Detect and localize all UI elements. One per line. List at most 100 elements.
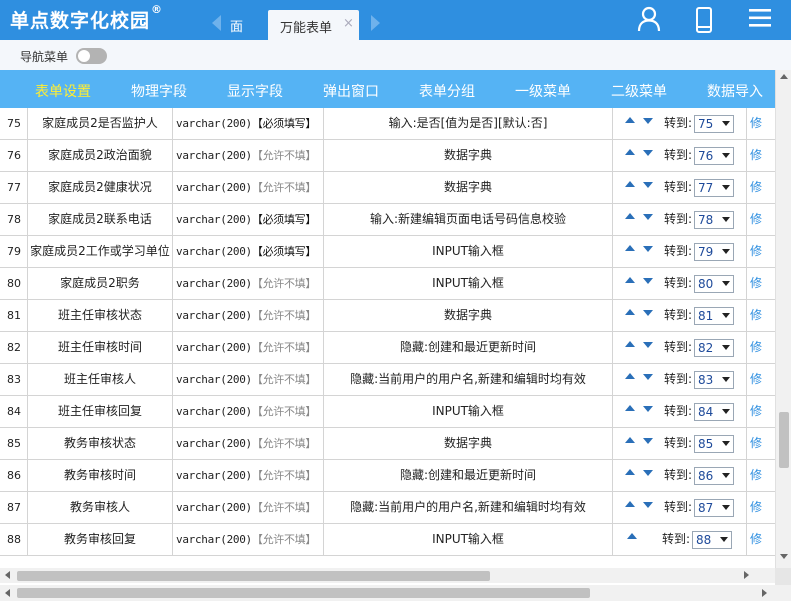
field-input-type: INPUT输入框 xyxy=(324,268,613,300)
field-input-type: 输入:是否[值为是否][默认:否] xyxy=(324,108,613,140)
goto-position-select[interactable]: 84 xyxy=(694,403,734,421)
field-datatype: varchar(200) xyxy=(176,533,252,546)
move-up-icon[interactable] xyxy=(625,469,635,475)
edit-link[interactable]: 修 xyxy=(747,236,775,268)
move-down-icon[interactable] xyxy=(643,118,653,124)
field-required-flag: 【允许不填】 xyxy=(251,149,317,162)
edit-link[interactable]: 修 xyxy=(747,396,775,428)
goto-position-select[interactable]: 86 xyxy=(694,467,734,485)
vertical-scroll-thumb[interactable] xyxy=(779,412,789,468)
goto-position-select[interactable]: 78 xyxy=(694,211,734,229)
move-down-icon[interactable] xyxy=(643,342,653,348)
move-down-icon[interactable] xyxy=(643,406,653,412)
menu-level2[interactable]: 二级菜单 xyxy=(611,81,667,101)
tabs-scroll-right-icon[interactable] xyxy=(371,15,380,31)
field-name: 教务审核时间 xyxy=(28,460,173,492)
move-up-icon[interactable] xyxy=(627,533,637,539)
move-up-icon[interactable] xyxy=(625,245,635,251)
edit-link[interactable]: 修 xyxy=(747,428,775,460)
move-down-icon[interactable] xyxy=(643,310,653,316)
move-up-icon[interactable] xyxy=(625,309,635,315)
move-up-icon[interactable] xyxy=(625,277,635,283)
move-down-icon[interactable] xyxy=(643,502,653,508)
nav-menu-label: 导航菜单 xyxy=(20,50,69,64)
toggle-knob xyxy=(78,50,90,62)
move-up-icon[interactable] xyxy=(625,437,635,443)
move-down-icon[interactable] xyxy=(643,182,653,188)
row-order-controls: 转到: 79 xyxy=(613,236,747,268)
goto-position-select[interactable]: 82 xyxy=(694,339,734,357)
menu-display-fields[interactable]: 显示字段 xyxy=(227,81,283,101)
move-up-icon[interactable] xyxy=(625,213,635,219)
move-down-icon[interactable] xyxy=(643,214,653,220)
move-down-icon[interactable] xyxy=(643,246,653,252)
edit-link[interactable]: 修 xyxy=(747,524,775,556)
goto-position-select[interactable]: 88 xyxy=(692,531,732,549)
move-up-icon[interactable] xyxy=(625,117,635,123)
menu-form-settings[interactable]: 表单设置 xyxy=(35,81,91,101)
field-datatype: varchar(200) xyxy=(176,213,252,226)
tab-universal-form[interactable]: 万能表单 × xyxy=(268,10,359,40)
page-horizontal-scrollbar[interactable] xyxy=(0,585,791,601)
menu-icon[interactable] xyxy=(748,6,772,30)
edit-link[interactable]: 修 xyxy=(747,332,775,364)
move-up-icon[interactable] xyxy=(625,341,635,347)
move-up-icon[interactable] xyxy=(625,501,635,507)
table-horizontal-scrollbar[interactable] xyxy=(0,568,775,583)
page-scroll-right-icon[interactable] xyxy=(762,589,767,597)
move-down-icon[interactable] xyxy=(643,438,653,444)
move-down-icon[interactable] xyxy=(643,470,653,476)
goto-label: 转到: xyxy=(664,308,693,322)
table-scroll-left-icon[interactable] xyxy=(5,571,10,579)
user-icon[interactable] xyxy=(637,6,661,32)
goto-label: 转到: xyxy=(662,532,691,546)
edit-link[interactable]: 修 xyxy=(747,460,775,492)
edit-link[interactable]: 修 xyxy=(747,268,775,300)
menu-level1[interactable]: 一级菜单 xyxy=(515,81,571,101)
form-menu-bar: 表单设置 物理字段 显示字段 弹出窗口 表单分组 一级菜单 二级菜单 数据导入 xyxy=(0,70,791,108)
page-horizontal-scroll-thumb[interactable] xyxy=(17,588,590,598)
move-down-icon[interactable] xyxy=(643,374,653,380)
tabs-scroll-left-icon[interactable] xyxy=(212,15,221,31)
menu-popup-window[interactable]: 弹出窗口 xyxy=(323,81,379,101)
edit-link[interactable]: 修 xyxy=(747,108,775,140)
vertical-scrollbar[interactable] xyxy=(775,70,791,570)
menu-data-import[interactable]: 数据导入 xyxy=(707,81,763,101)
goto-position-select[interactable]: 79 xyxy=(694,243,734,261)
goto-position-select[interactable]: 87 xyxy=(694,499,734,517)
goto-position-select[interactable]: 83 xyxy=(694,371,734,389)
table-horizontal-scroll-thumb[interactable] xyxy=(17,571,490,581)
menu-physical-fields[interactable]: 物理字段 xyxy=(131,81,187,101)
goto-label: 转到: xyxy=(664,180,693,194)
table-scroll-right-icon[interactable] xyxy=(744,571,749,579)
edit-link[interactable]: 修 xyxy=(747,140,775,172)
goto-position-select[interactable]: 85 xyxy=(694,435,734,453)
edit-link[interactable]: 修 xyxy=(747,204,775,236)
edit-link[interactable]: 修 xyxy=(747,364,775,396)
goto-position-select[interactable]: 77 xyxy=(694,179,734,197)
tab-previous[interactable]: 面 xyxy=(224,16,264,40)
scroll-up-icon[interactable] xyxy=(780,74,788,79)
move-up-icon[interactable] xyxy=(625,373,635,379)
mobile-icon[interactable] xyxy=(695,6,713,34)
field-name: 家庭成员2联系电话 xyxy=(28,204,173,236)
tab-close-icon[interactable]: × xyxy=(343,16,354,31)
goto-position-select[interactable]: 75 xyxy=(694,115,734,133)
goto-position-select[interactable]: 76 xyxy=(694,147,734,165)
page-scroll-left-icon[interactable] xyxy=(5,589,10,597)
goto-position-select[interactable]: 81 xyxy=(694,307,734,325)
edit-link[interactable]: 修 xyxy=(747,492,775,524)
table-row: 75 家庭成员2是否监护人 varchar(200)【必须填写】 输入:是否[值为是否… xyxy=(0,108,775,140)
move-down-icon[interactable] xyxy=(643,150,653,156)
edit-link[interactable]: 修 xyxy=(747,300,775,332)
nav-menu-toggle[interactable] xyxy=(76,48,107,64)
edit-link[interactable]: 修 xyxy=(747,172,775,204)
scroll-down-icon[interactable] xyxy=(780,554,788,559)
move-up-icon[interactable] xyxy=(625,181,635,187)
goto-position-select[interactable]: 80 xyxy=(694,275,734,293)
menu-form-groups[interactable]: 表单分组 xyxy=(419,81,475,101)
move-down-icon[interactable] xyxy=(643,278,653,284)
row-number: 79 xyxy=(0,236,28,268)
move-up-icon[interactable] xyxy=(625,149,635,155)
move-up-icon[interactable] xyxy=(625,405,635,411)
